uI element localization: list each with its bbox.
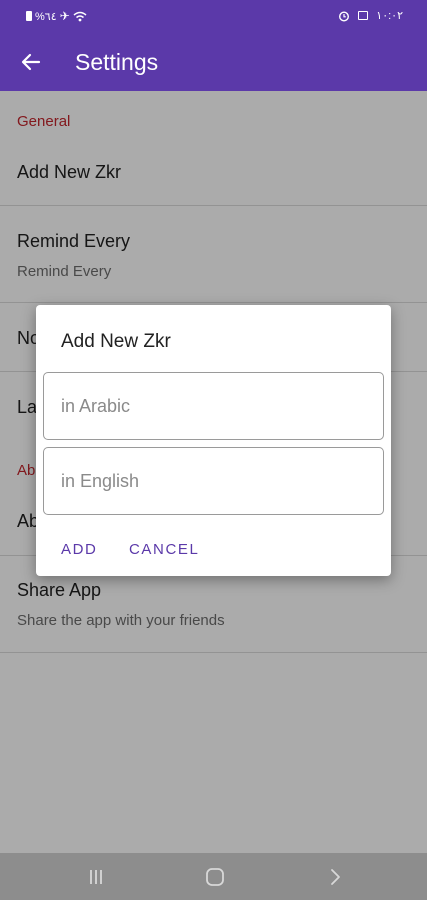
add-zkr-dialog: Add New Zkr ADD CANCEL: [36, 305, 391, 576]
status-right: ١٠:٠٢: [338, 9, 403, 22]
add-button[interactable]: ADD: [61, 541, 97, 558]
page-title: Settings: [75, 49, 159, 75]
alarm-icon: [339, 10, 350, 22]
airplane-icon: ✈: [59, 9, 70, 23]
cancel-button[interactable]: CANCEL: [129, 541, 199, 558]
image-icon: [358, 11, 369, 20]
navigation-bar: [0, 853, 427, 900]
back-nav-icon: [331, 869, 340, 885]
app-bar: Settings: [0, 34, 427, 91]
wifi-icon: [73, 11, 87, 21]
english-input[interactable]: [43, 447, 384, 515]
back-arrow-icon: [21, 53, 41, 71]
home-button[interactable]: [195, 865, 235, 889]
recents-button[interactable]: [76, 865, 116, 889]
battery-percent: %٦٤: [35, 10, 57, 23]
recents-icon: [90, 870, 102, 884]
status-bar: %٦٤ ✈ ١٠:٠٢: [0, 0, 427, 34]
back-nav-button[interactable]: [315, 865, 355, 889]
clock-text: ١٠:٠٢: [376, 10, 403, 22]
battery-icon: [26, 11, 32, 21]
home-icon: [206, 868, 224, 886]
back-button[interactable]: [12, 43, 50, 81]
dialog-title: Add New Zkr: [61, 331, 171, 352]
arabic-input[interactable]: [43, 372, 384, 440]
status-left: %٦٤ ✈: [26, 9, 87, 23]
